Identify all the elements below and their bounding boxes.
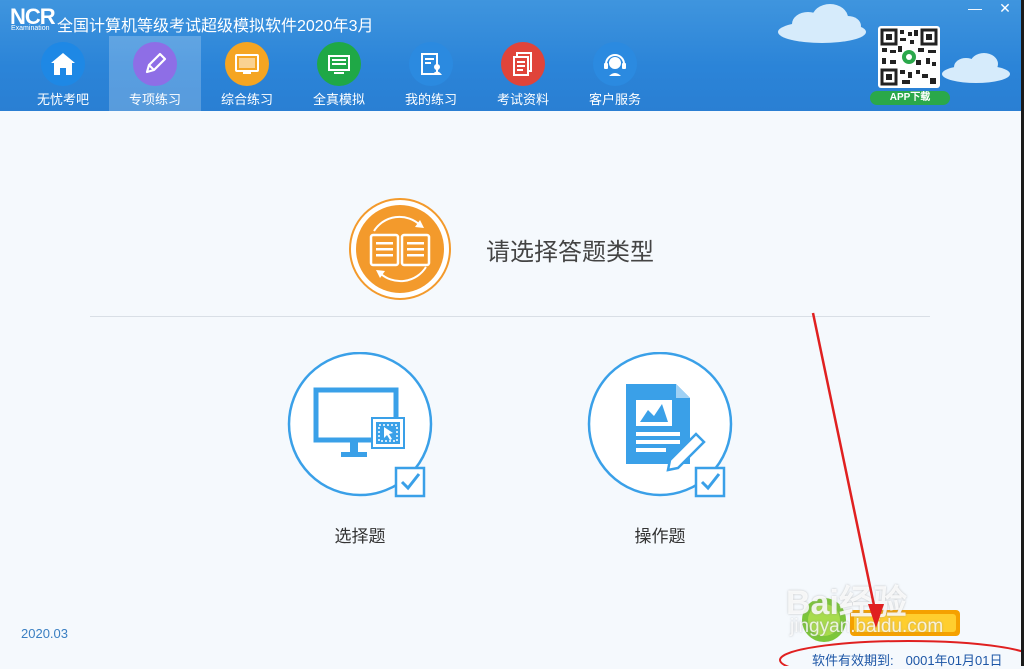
nav-item-customer-service[interactable]: 客户服务 [569, 36, 661, 111]
option-choice-label[interactable]: 选择题 [280, 522, 440, 547]
nav-label: 综合练习 [220, 92, 273, 107]
option-operation-label[interactable]: 操作题 [580, 522, 740, 547]
nav-item-mock-exam[interactable]: 全真模拟 [293, 36, 385, 111]
title-bar: NCR Examination 全国计算机等级考试超级模拟软件2020年3月 —… [0, 0, 1024, 111]
nav-label: 客户服务 [588, 92, 641, 107]
cloud-decoration [778, 4, 866, 43]
annotation-arrow [811, 312, 878, 616]
pencil-icon [133, 42, 177, 86]
document-icon [501, 42, 545, 86]
close-button[interactable]: ✕ [990, 0, 1020, 18]
version-label: 2020.03 [21, 626, 68, 641]
monitor-stack-icon [317, 42, 361, 86]
qr-code[interactable] [878, 26, 940, 88]
window-title: 全国计算机等级考试超级模拟软件2020年3月 [57, 18, 374, 35]
option-operation-question[interactable] [586, 352, 736, 502]
cloud-decoration [942, 53, 1010, 83]
expiry-info: 软件有效期到: 0001年01月01日 [812, 650, 1002, 669]
nav-item-home[interactable]: 无忧考吧 [17, 36, 109, 111]
logo-subtitle: Examination [11, 25, 50, 32]
headset-icon [593, 42, 637, 86]
app-download-button[interactable]: APP下载 [870, 91, 950, 105]
profile-doc-icon [409, 42, 453, 86]
answer-type-icon [349, 198, 451, 300]
nav-item-exam-materials[interactable]: 考试资料 [477, 36, 569, 111]
divider [90, 316, 930, 317]
nav-item-special-practice[interactable]: 专项练习 [109, 36, 201, 111]
baidu-watermark-url: jingyan.baidu.com [790, 616, 944, 637]
option-choice-question[interactable] [286, 352, 436, 502]
screen-icon [225, 42, 269, 86]
nav-item-my-practice[interactable]: 我的练习 [385, 36, 477, 111]
nav-label: 考试资料 [496, 92, 549, 107]
home-icon [41, 42, 85, 86]
nav-label: 专项练习 [128, 92, 181, 107]
minimize-button[interactable]: — [960, 0, 990, 18]
app-logo: NCR Examination [10, 4, 58, 34]
nav-label: 我的练习 [404, 92, 457, 107]
answer-type-prompt: 请选择答题类型 [486, 239, 654, 266]
nav-label: 无忧考吧 [36, 92, 89, 107]
nav-item-comprehensive[interactable]: 综合练习 [201, 36, 293, 111]
nav-label: 全真模拟 [312, 92, 365, 107]
